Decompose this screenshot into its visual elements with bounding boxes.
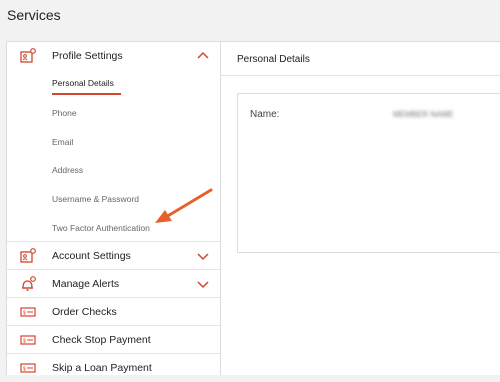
bell-gear-icon [22, 276, 36, 291]
name-value: MEMBER NAME [393, 110, 454, 119]
subitem-email[interactable]: Email [52, 137, 73, 147]
sidebar-item-profile-settings[interactable]: Profile Settings [7, 42, 220, 70]
sidebar-item-order-checks[interactable]: $ Order Checks [7, 298, 220, 326]
sidebar-item-skip-loan-payment[interactable]: $ Skip a Loan Payment [7, 354, 220, 382]
id-card-gear-icon [20, 48, 36, 63]
name-label: Name: [250, 109, 280, 120]
check-icon: $ [20, 335, 36, 345]
chevron-up-icon[interactable] [196, 49, 210, 63]
svg-text:$: $ [23, 339, 26, 345]
main-panel: Personal Details Name: MEMBER NAME [221, 41, 500, 375]
sidebar-item-manage-alerts[interactable]: Manage Alerts [7, 270, 220, 298]
svg-text:$: $ [23, 367, 26, 373]
chevron-down-icon[interactable] [196, 277, 210, 291]
id-card-gear-icon [20, 248, 36, 263]
section-title: Personal Details [237, 54, 310, 65]
subitem-address[interactable]: Address [52, 165, 83, 175]
sidebar-item-label: Order Checks [52, 305, 117, 318]
sidebar-item-label: Manage Alerts [52, 277, 120, 290]
subitem-personal-details[interactable]: Personal Details [52, 78, 114, 88]
sidebar-item-label: Account Settings [52, 249, 131, 262]
sidebar: Profile Settings Personal Details Phone … [6, 41, 221, 375]
sidebar-item-label: Skip a Loan Payment [52, 362, 152, 374]
chevron-down-icon[interactable] [196, 249, 210, 263]
active-underline [52, 93, 121, 95]
sidebar-item-account-settings[interactable]: Account Settings [7, 242, 220, 270]
sidebar-item-label: Profile Settings [52, 50, 123, 62]
sidebar-item-label: Check Stop Payment [52, 333, 151, 346]
subitem-username-password[interactable]: Username & Password [52, 194, 139, 204]
sidebar-item-check-stop-payment[interactable]: $ Check Stop Payment [7, 326, 220, 354]
subitem-phone[interactable]: Phone [52, 108, 77, 118]
svg-text:$: $ [23, 311, 26, 317]
personal-details-card: Name: MEMBER NAME [237, 93, 500, 253]
check-icon: $ [20, 307, 36, 317]
page-title: Services [7, 7, 61, 23]
divider [221, 75, 500, 76]
subitem-two-factor-authentication[interactable]: Two Factor Authentication [52, 223, 150, 233]
check-icon: $ [20, 363, 36, 373]
